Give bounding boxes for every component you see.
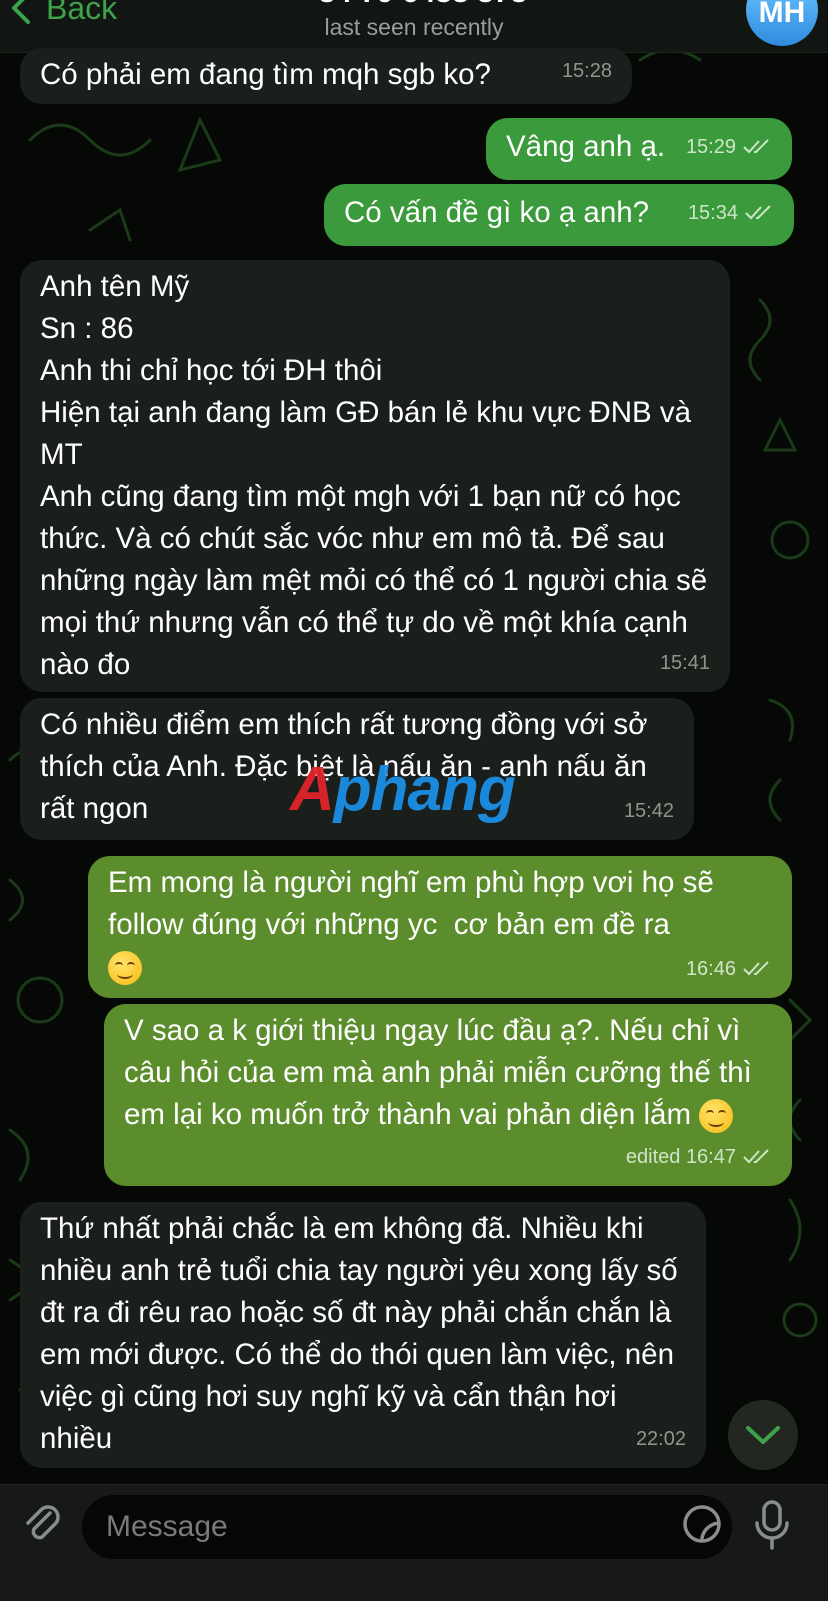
message-time: 15:29 xyxy=(685,136,736,158)
smiling-face-emoji xyxy=(699,1099,734,1134)
double-check-icon xyxy=(743,1149,769,1164)
avatar-initials: MH xyxy=(758,0,806,29)
message-text: Vâng anh ạ. xyxy=(506,130,666,163)
chat-header: Back +84 79 6438 378 last seen recently … xyxy=(0,0,828,53)
message-time: 15:34 xyxy=(687,202,738,224)
message-text: Thứ nhất phải chắc là em không đã. Nhiều… xyxy=(40,1212,686,1455)
sticker-icon[interactable] xyxy=(682,1504,722,1544)
message-text: Em mong là người nghĩ em phù hợp vơi họ … xyxy=(108,862,770,988)
message-text: Anh tên Mỹ Sn : 86 Anh thi chỉ học tới Đ… xyxy=(40,270,708,681)
message-outgoing[interactable]: Vâng anh ạ. 15:29 xyxy=(486,118,792,180)
chevron-down-icon xyxy=(746,1426,780,1444)
microphone-icon[interactable] xyxy=(752,1499,792,1551)
message-time: 15:28 xyxy=(561,60,612,82)
message-placeholder: Message xyxy=(106,1510,228,1543)
message-outgoing[interactable]: Có vấn đề gì ko ạ anh? 15:34 xyxy=(324,184,794,246)
message-outgoing[interactable]: Em mong là người nghĩ em phù hợp vơi họ … xyxy=(88,856,792,998)
message-time: 15:42 xyxy=(623,800,674,822)
message-text: Có vấn đề gì ko ạ anh? xyxy=(344,196,650,229)
message-incoming[interactable]: Có phải em đang tìm mqh sgb ko? 15:28 xyxy=(20,48,632,104)
message-incoming[interactable]: Thứ nhất phải chắc là em không đã. Nhiều… xyxy=(20,1202,706,1468)
double-check-icon xyxy=(743,961,769,976)
watermark: Aphang xyxy=(290,755,516,824)
edited-label: edited xyxy=(625,1146,681,1168)
contact-name[interactable]: +84 79 6438 378 xyxy=(0,0,828,10)
message-time: 15:41 xyxy=(659,652,710,674)
paperclip-icon[interactable] xyxy=(20,1501,64,1545)
message-composer: Message xyxy=(0,1484,828,1601)
contact-status: last seen recently xyxy=(324,14,504,40)
message-incoming[interactable]: Anh tên Mỹ Sn : 86 Anh thi chỉ học tới Đ… xyxy=(20,260,730,692)
message-time: 16:46 xyxy=(685,958,736,980)
message-input[interactable]: Message xyxy=(82,1495,732,1559)
scroll-to-bottom-button[interactable] xyxy=(728,1400,798,1470)
double-check-icon xyxy=(743,139,769,154)
message-outgoing[interactable]: V sao a k giới thiệu ngay lúc đầu ạ?. Nế… xyxy=(104,1004,792,1186)
message-time: 16:47 xyxy=(685,1146,736,1168)
message-text: Có phải em đang tìm mqh sgb ko? xyxy=(40,58,491,91)
double-check-icon xyxy=(745,205,771,220)
smiling-face-emoji xyxy=(108,951,142,986)
message-text: V sao a k giới thiệu ngay lúc đầu ạ?. Nế… xyxy=(124,1010,770,1136)
message-time: 22:02 xyxy=(635,1428,686,1450)
